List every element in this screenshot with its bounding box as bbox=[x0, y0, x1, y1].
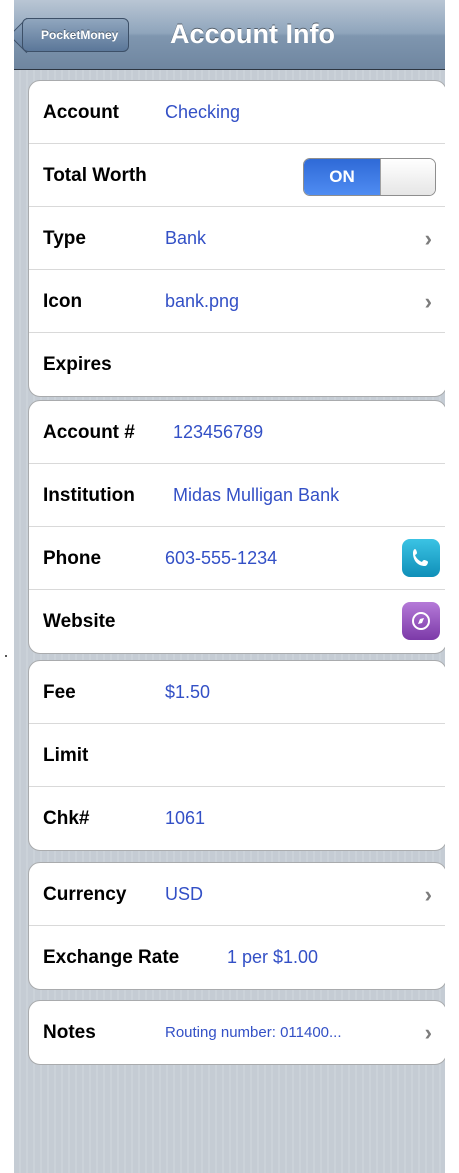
phone-row[interactable]: Phone 603-555-1234 bbox=[29, 527, 445, 590]
toggle-knob[interactable] bbox=[380, 159, 435, 195]
expires-label: Expires bbox=[43, 354, 112, 375]
notes-row[interactable]: Notes Routing number: 011400... › bbox=[29, 1001, 445, 1064]
currency-row[interactable]: Currency USD › bbox=[29, 863, 445, 926]
page-title: Account Info bbox=[170, 19, 335, 49]
account-basics-group: Account Checking Total Worth ON Type Ban… bbox=[28, 80, 445, 397]
total-worth-row: Total Worth ON bbox=[29, 144, 445, 207]
website-row[interactable]: Website bbox=[29, 590, 445, 653]
account-number-label: Account # bbox=[43, 422, 135, 443]
navigation-bar: PocketMoney Account Info bbox=[14, 0, 445, 70]
chevron-right-icon: › bbox=[424, 1020, 432, 1045]
website-label: Website bbox=[43, 611, 116, 632]
type-row[interactable]: Type Bank › bbox=[29, 207, 445, 270]
fee-value[interactable]: $1.50 bbox=[165, 661, 210, 724]
account-label: Account bbox=[43, 102, 119, 123]
back-button-wrap: PocketMoney bbox=[22, 18, 130, 52]
chevron-right-icon: › bbox=[424, 882, 432, 907]
edge-dot bbox=[5, 655, 7, 657]
back-button[interactable]: PocketMoney bbox=[22, 18, 130, 52]
account-value[interactable]: Checking bbox=[165, 81, 240, 144]
exchange-rate-row[interactable]: Exchange Rate 1 per $1.00 bbox=[29, 926, 445, 989]
account-row[interactable]: Account Checking bbox=[29, 81, 445, 144]
fee-row[interactable]: Fee $1.50 bbox=[29, 661, 445, 724]
notes-value: Routing number: 011400... bbox=[165, 1024, 342, 1041]
chevron-right-icon: › bbox=[424, 226, 432, 251]
institution-label: Institution bbox=[43, 485, 135, 506]
limit-label: Limit bbox=[43, 745, 89, 766]
type-label: Type bbox=[43, 228, 86, 249]
institution-value[interactable]: Midas Mulligan Bank bbox=[173, 464, 339, 527]
total-worth-label: Total Worth bbox=[43, 165, 147, 186]
notes-group: Notes Routing number: 011400... › bbox=[28, 1000, 445, 1065]
phone-label: Phone bbox=[43, 548, 102, 569]
account-number-row[interactable]: Account # 123456789 bbox=[29, 401, 445, 464]
institution-group: Account # 123456789 Institution Midas Mu… bbox=[28, 400, 445, 654]
toggle-on-label: ON bbox=[304, 159, 380, 195]
phone-value[interactable]: 603-555-1234 bbox=[165, 527, 277, 590]
icon-label: Icon bbox=[43, 291, 83, 312]
limit-row[interactable]: Limit bbox=[29, 724, 445, 787]
chevron-right-icon: › bbox=[424, 289, 432, 314]
currency-group: Currency USD › Exchange Rate 1 per $1.00 bbox=[28, 862, 445, 990]
institution-row[interactable]: Institution Midas Mulligan Bank bbox=[29, 464, 445, 527]
exchange-rate-value[interactable]: 1 per $1.00 bbox=[227, 926, 318, 989]
type-value: Bank bbox=[165, 228, 207, 248]
total-worth-toggle[interactable]: ON bbox=[303, 158, 436, 196]
account-number-value[interactable]: 123456789 bbox=[173, 401, 263, 464]
app-screen: PocketMoney Account Info Account Checkin… bbox=[14, 0, 445, 1173]
check-number-label: Chk# bbox=[43, 808, 90, 829]
notes-label: Notes bbox=[43, 1022, 96, 1043]
fees-group: Fee $1.50 Limit Chk# 1061 bbox=[28, 660, 445, 851]
exchange-rate-label: Exchange Rate bbox=[43, 947, 180, 968]
currency-value: USD bbox=[165, 884, 204, 904]
check-number-row[interactable]: Chk# 1061 bbox=[29, 787, 445, 850]
expires-row[interactable]: Expires bbox=[29, 333, 445, 396]
icon-row[interactable]: Icon bank.png › bbox=[29, 270, 445, 333]
phone-call-icon[interactable] bbox=[402, 539, 440, 577]
currency-label: Currency bbox=[43, 884, 127, 905]
check-number-value[interactable]: 1061 bbox=[165, 787, 205, 850]
icon-value: bank.png bbox=[165, 291, 240, 311]
fee-label: Fee bbox=[43, 682, 76, 703]
web-compass-icon[interactable] bbox=[402, 602, 440, 640]
